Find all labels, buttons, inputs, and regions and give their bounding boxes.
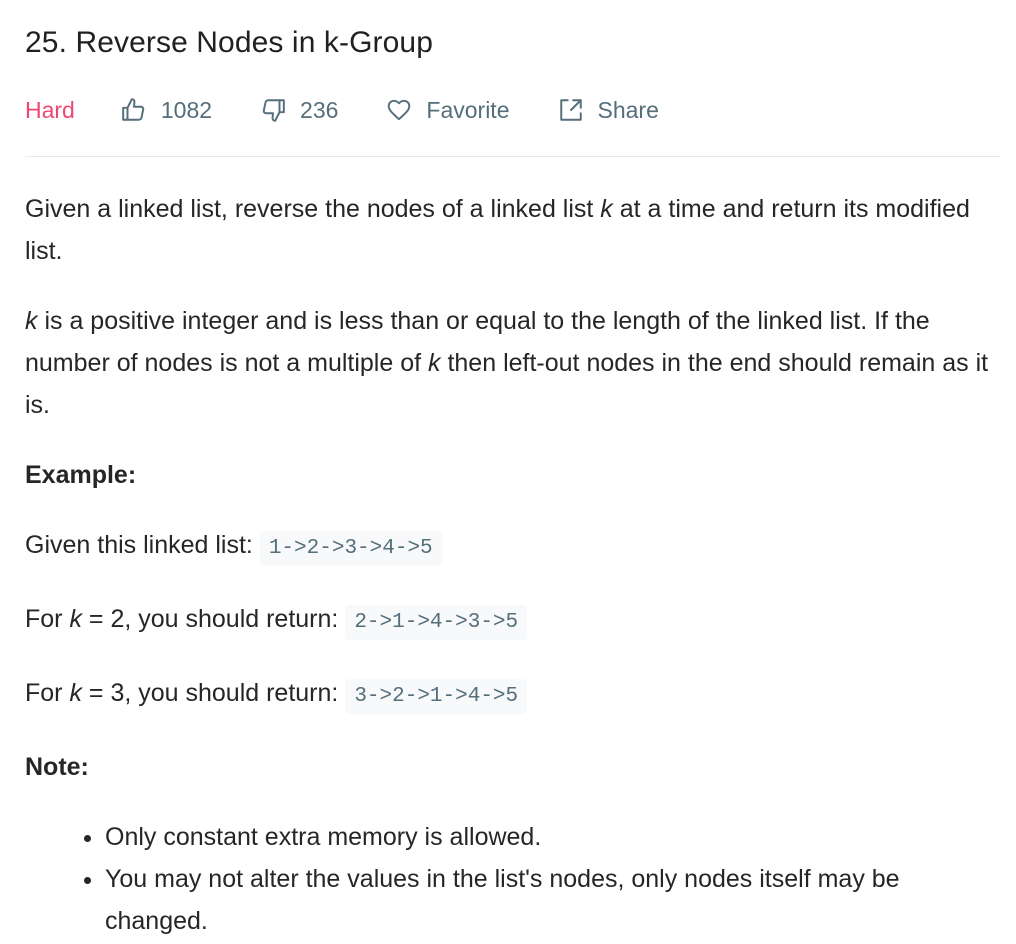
example-k3: For k = 3, you should return: 3->2->1->4… — [25, 672, 995, 718]
share-label: Share — [597, 96, 659, 123]
like-count: 1082 — [160, 96, 213, 123]
note-heading: Note: — [25, 753, 89, 781]
note-list: Only constant extra memory is allowed. Y… — [25, 816, 995, 942]
example-given: Given this linked list: 1->2->3->4->5 — [25, 524, 995, 570]
list-item: Only constant extra memory is allowed. — [105, 816, 995, 858]
share-button[interactable]: Share — [558, 97, 659, 124]
example-k2-result: 2->1->4->3->5 — [345, 605, 528, 640]
example-k3-result: 3->2->1->4->5 — [345, 679, 528, 714]
description-paragraph-2: k is a positive integer and is less than… — [25, 307, 989, 419]
thumbs-up-icon — [121, 97, 147, 123]
example-k2: For k = 2, you should return: 2->1->4->3… — [25, 598, 995, 644]
list-item: You may not alter the values in the list… — [105, 858, 995, 942]
example-given-list: 1->2->3->4->5 — [259, 531, 442, 566]
problem-title: 25. Reverse Nodes in k-Group — [25, 26, 433, 59]
favorite-label: Favorite — [426, 96, 510, 123]
problem-page: 25. Reverse Nodes in k-Group Hard 1082 2… — [0, 0, 1016, 944]
like-button[interactable]: 1082 — [121, 97, 212, 124]
favorite-button[interactable]: Favorite — [386, 96, 510, 124]
example-heading: Example: — [25, 461, 137, 489]
description-paragraph-1: Given a linked list, reverse the nodes o… — [25, 195, 970, 265]
header-divider — [25, 156, 1000, 157]
dislike-button[interactable]: 236 — [260, 97, 338, 124]
problem-meta-bar: Hard 1082 236 Favorite Share — [25, 92, 707, 128]
difficulty-badge: Hard — [25, 96, 75, 123]
problem-description: Given a linked list, reverse the nodes o… — [25, 188, 995, 942]
heart-icon — [386, 97, 412, 123]
dislike-count: 236 — [300, 96, 339, 123]
thumbs-down-icon — [260, 97, 286, 123]
share-icon — [558, 97, 584, 123]
